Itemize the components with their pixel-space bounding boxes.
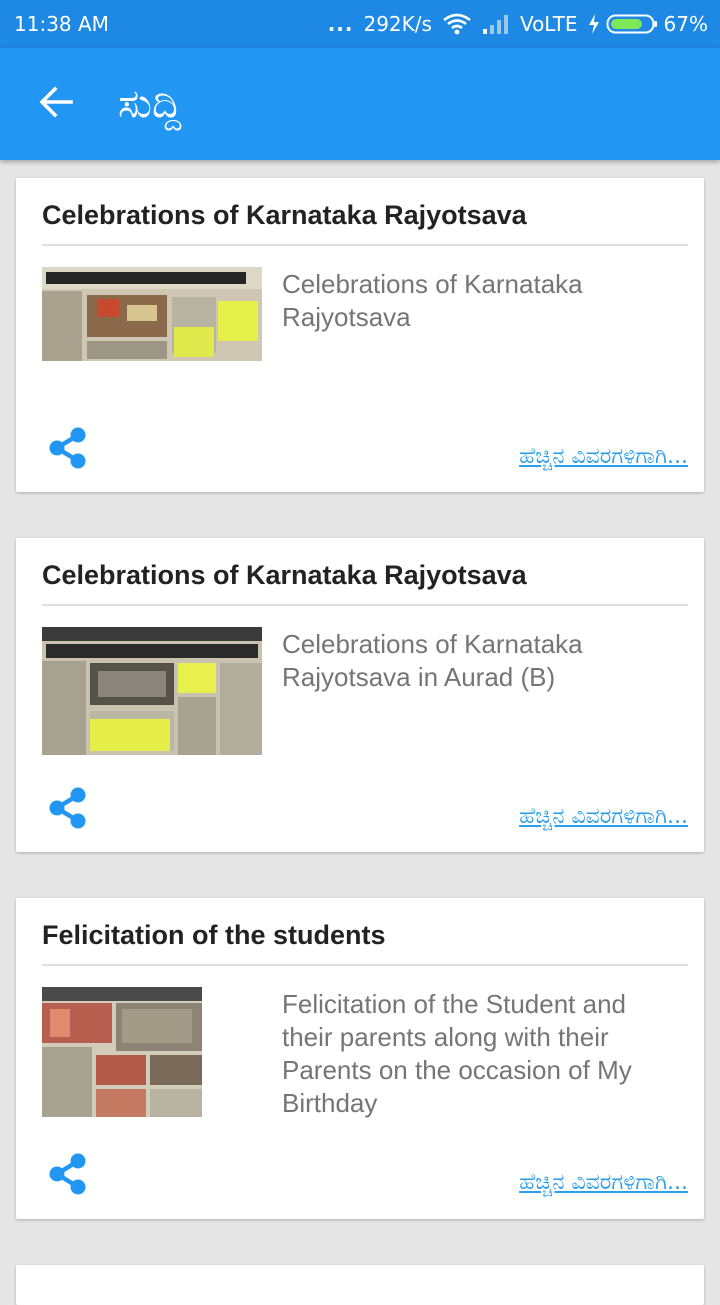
news-card[interactable] — [16, 1265, 704, 1305]
divider — [42, 964, 688, 966]
divider — [42, 604, 688, 606]
status-time: 11:38 AM — [14, 12, 109, 36]
network-type: VoLTE — [519, 12, 578, 36]
share-icon — [46, 1153, 90, 1200]
page-title: ಸುದ್ದಿ — [118, 81, 182, 127]
share-icon — [46, 427, 90, 474]
share-button[interactable] — [46, 1152, 90, 1196]
status-indicators: ... 292K/s VoLTE 67% — [328, 12, 708, 36]
wifi-icon — [442, 13, 472, 35]
back-button[interactable] — [32, 80, 80, 128]
signal-icon — [482, 13, 510, 35]
app-bar: ಸುದ್ದಿ — [0, 48, 720, 160]
news-thumbnail — [42, 627, 262, 755]
battery-indicator: 67% — [588, 12, 708, 36]
news-card[interactable]: Celebrations of Karnataka Rajyotsava Cel… — [16, 178, 704, 492]
news-thumbnail — [42, 267, 262, 361]
share-button[interactable] — [46, 786, 90, 830]
charging-bolt-icon — [588, 14, 600, 34]
more-details-link[interactable]: ಹೆಚ್ಚಿನ ವಿವರಗಳಿಗಾಗಿ... — [519, 804, 688, 829]
news-title: Celebrations of Karnataka Rajyotsava — [42, 200, 527, 230]
news-title: Celebrations of Karnataka Rajyotsava — [42, 560, 527, 590]
battery-percent: 67% — [663, 12, 708, 36]
news-description: Felicitation of the Student and their pa… — [282, 989, 632, 1118]
more-details-link[interactable]: ಹೆಚ್ಚಿನ ವಿವರಗಳಿಗಾಗಿ... — [519, 444, 688, 469]
arrow-left-icon — [38, 84, 74, 125]
battery-icon — [606, 13, 658, 35]
news-card[interactable]: Celebrations of Karnataka Rajyotsava Cel… — [16, 538, 704, 852]
share-button[interactable] — [46, 426, 90, 470]
news-description: Celebrations of Karnataka Rajyotsava in … — [282, 629, 583, 692]
network-speed: 292K/s — [363, 12, 432, 36]
share-icon — [46, 787, 90, 834]
news-title: Felicitation of the students — [42, 920, 386, 950]
news-thumbnail — [42, 987, 202, 1117]
status-dots: ... — [327, 12, 354, 36]
more-details-link[interactable]: ಹೆಚ್ಚಿನ ವಿವರಗಳಿಗಾಗಿ... — [519, 1170, 688, 1195]
status-bar: 11:38 AM ... 292K/s VoLTE 67% — [0, 0, 720, 48]
news-card[interactable]: Felicitation of the students Felicitatio… — [16, 898, 704, 1219]
news-description: Celebrations of Karnataka Rajyotsava — [282, 269, 583, 332]
divider — [42, 244, 688, 246]
